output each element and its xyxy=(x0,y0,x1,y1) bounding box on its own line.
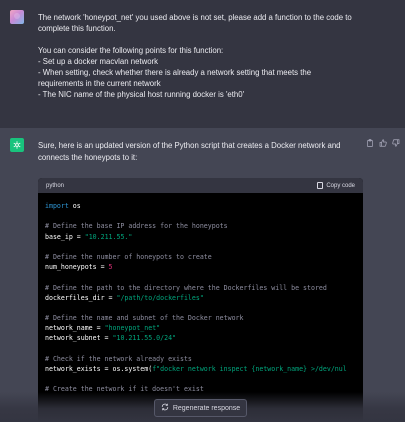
code-token: num_honeypots xyxy=(45,263,97,272)
code-token: = xyxy=(72,232,85,241)
assistant-intro-text: Sure, here is an updated version of the … xyxy=(38,140,368,164)
thumbs-up-icon[interactable] xyxy=(379,139,387,147)
code-token: = xyxy=(100,334,113,343)
code-token: network_exists xyxy=(45,365,101,373)
regenerate-label: Regenerate response xyxy=(172,404,241,412)
code-line: # Define the name and subnet of the Dock… xyxy=(45,313,363,323)
code-token: f"docker network inspect {network_name} … xyxy=(152,365,347,373)
code-token: = xyxy=(104,293,117,302)
user-message-line: You can consider the following points fo… xyxy=(38,46,224,55)
assistant-message-row: Sure, here is an updated version of the … xyxy=(0,128,405,422)
copy-code-label: Copy code xyxy=(326,182,355,189)
code-token: base_ip xyxy=(45,232,73,241)
code-line: dockerfiles_dir = "/path/to/dockerfiles" xyxy=(45,293,363,303)
code-line: # Define the base IP address for the hon… xyxy=(45,221,363,231)
message-actions xyxy=(366,139,400,147)
code-line: # Define the number of honeypots to crea… xyxy=(45,252,363,262)
chatgpt-logo-icon xyxy=(10,138,24,152)
user-avatar-icon xyxy=(10,10,24,24)
user-message-line: - Set up a docker macvlan network xyxy=(38,57,159,66)
code-line: base_ip = "10.211.55." xyxy=(45,232,363,242)
user-message-text: The network 'honeypot_net' you used abov… xyxy=(38,12,388,100)
code-token: "10.211.55." xyxy=(84,232,133,241)
code-token: = xyxy=(96,263,109,272)
user-message-line: - The NIC name of the physical host runn… xyxy=(38,90,245,99)
code-line: network_subnet = "10.211.55.0/24" xyxy=(45,333,363,343)
assistant-intro-line: connects the honeypots to it: xyxy=(38,153,138,162)
code-block-header: python Copy code xyxy=(38,178,363,193)
code-token: = xyxy=(92,324,105,333)
code-token: # Define the path to the directory where… xyxy=(45,283,327,292)
clipboard-icon[interactable] xyxy=(366,139,374,147)
code-token: network_subnet xyxy=(45,334,101,343)
code-token: dockerfiles_dir xyxy=(45,293,105,302)
code-line: # Check if the network already exists xyxy=(45,354,363,364)
code-token: # Define the name and subnet of the Dock… xyxy=(45,314,244,323)
code-token: network_name xyxy=(45,324,93,333)
assistant-intro-line: Sure, here is an updated version of the … xyxy=(38,141,341,150)
code-line: # Define the path to the directory where… xyxy=(45,283,363,293)
code-token: import xyxy=(45,202,69,210)
user-message-line: requirements in the current network xyxy=(38,79,161,88)
code-token: "10.211.55.0/24" xyxy=(112,334,177,343)
code-language-label: python xyxy=(46,182,65,189)
code-token: # Define the number of honeypots to crea… xyxy=(45,252,212,261)
code-token: # Define the base IP address for the hon… xyxy=(45,222,228,231)
code-token: = os.system( xyxy=(100,365,153,373)
regenerate-response-button[interactable]: Regenerate response xyxy=(154,399,247,417)
code-line: import os xyxy=(45,201,363,211)
copy-icon xyxy=(317,182,324,189)
code-token: "/path/to/dockerfiles" xyxy=(116,293,204,302)
copy-code-button[interactable]: Copy code xyxy=(317,182,355,189)
code-token: os xyxy=(68,202,81,210)
code-line: network_exists = os.system(f"docker netw… xyxy=(45,364,363,374)
regenerate-icon xyxy=(161,403,169,413)
code-token: 5 xyxy=(108,263,113,272)
code-line: network_name = "honeypot_net" xyxy=(45,323,363,333)
code-line: num_honeypots = 5 xyxy=(45,262,363,272)
code-block: python Copy code import os # Define the … xyxy=(38,178,363,422)
code-token: "honeypot_net" xyxy=(104,324,161,333)
user-message-line: - When setting, check whether there is a… xyxy=(38,68,312,77)
code-body: import os # Define the base IP address f… xyxy=(38,193,363,395)
thumbs-down-icon[interactable] xyxy=(392,139,400,147)
user-message-line: complete this function. xyxy=(38,24,116,33)
user-message-line: The network 'honeypot_net' you used abov… xyxy=(38,13,352,22)
user-message-row: The network 'honeypot_net' you used abov… xyxy=(0,0,405,128)
code-token: # Check if the network already exists xyxy=(45,354,192,363)
